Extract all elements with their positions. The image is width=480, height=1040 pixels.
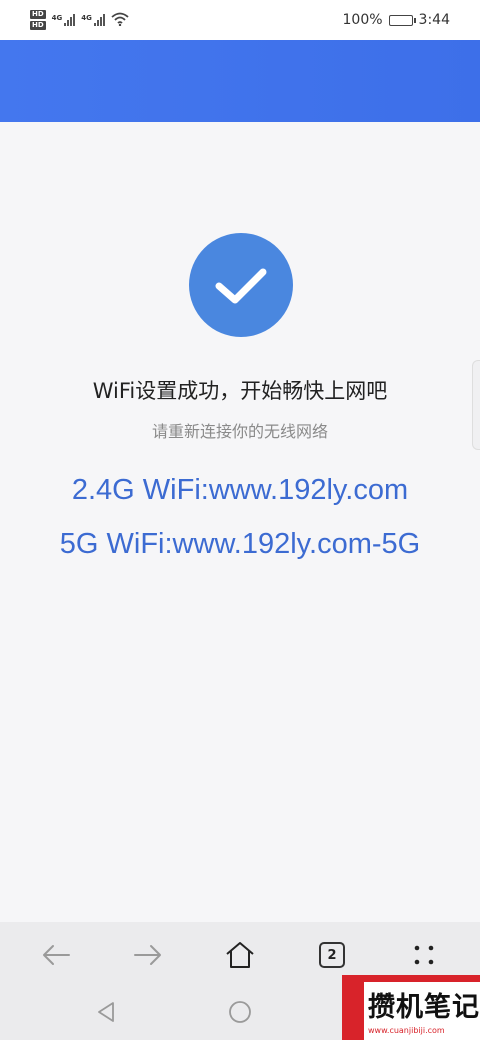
arrow-left-icon — [43, 945, 70, 965]
circle-home-icon — [229, 1001, 251, 1023]
hd-badge: HD — [30, 10, 46, 19]
back-button[interactable] — [26, 925, 86, 985]
status-bar: HD HD 4G 4G 100% 3:44 — [0, 0, 480, 40]
nav-home-button[interactable] — [228, 1000, 252, 1028]
triangle-back-icon — [98, 1002, 115, 1022]
watermark-logo: 攒机笔记 www.cuanjibiji.com — [342, 975, 480, 1040]
success-check-icon — [189, 233, 293, 337]
clock: 3:44 — [418, 12, 450, 28]
hd-badges: HD HD — [30, 10, 46, 30]
app-header — [0, 40, 480, 122]
network-type-label: 4G — [51, 14, 63, 22]
home-button[interactable] — [210, 925, 270, 985]
status-right: 100% 3:44 — [343, 12, 450, 28]
battery-percent: 100% — [342, 12, 383, 28]
success-subtitle: 请重新连接你的无线网络 — [151, 422, 328, 441]
edge-swipe-handle[interactable] — [472, 360, 480, 450]
nav-back-button[interactable] — [95, 1001, 117, 1027]
more-dots-icon — [414, 945, 434, 965]
wifi-24g-name: 2.4G WiFi:www.192ly.com — [71, 474, 409, 506]
arrow-right-icon — [134, 945, 161, 965]
success-title: WiFi设置成功，开始畅快上网吧 — [92, 379, 388, 403]
hd-badge: HD — [30, 21, 46, 30]
home-icon — [226, 942, 254, 968]
battery-icon — [388, 14, 416, 26]
signal-sim1-icon: 4G — [52, 14, 76, 26]
watermark-url: www.cuanjibiji.com — [368, 1026, 445, 1035]
status-left: HD HD 4G 4G — [30, 10, 129, 30]
watermark-text: 攒机笔记 — [368, 992, 480, 1023]
wifi-icon — [111, 11, 129, 30]
tab-count: 2 — [319, 942, 345, 968]
main-content: WiFi设置成功，开始畅快上网吧 请重新连接你的无线网络 2.4G WiFi:w… — [0, 122, 480, 922]
network-type-label: 4G — [81, 14, 92, 22]
forward-button[interactable] — [118, 925, 178, 985]
wifi-5g-name: 5G WiFi:www.192ly.com-5G — [59, 528, 421, 560]
signal-sim2-icon: 4G — [81, 14, 105, 26]
